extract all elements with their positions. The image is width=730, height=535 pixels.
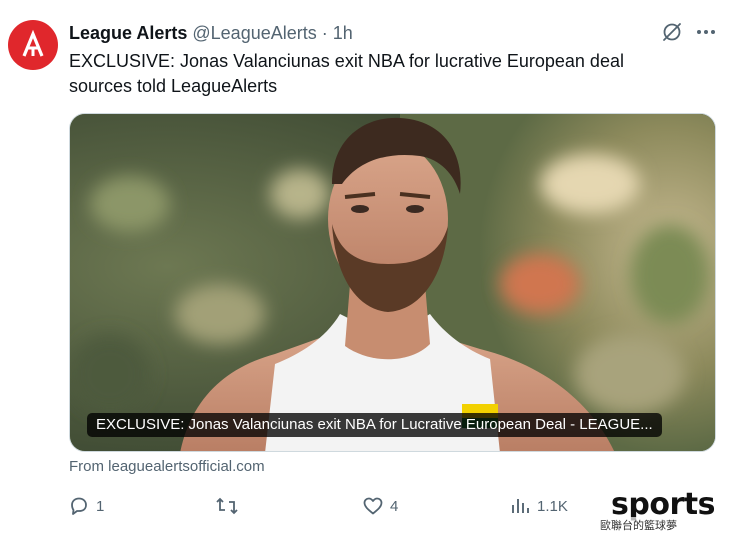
post-text-line: sources told LeagueAlerts — [69, 76, 278, 96]
post-header: League Alerts @LeagueAlerts · 1h — [69, 22, 353, 44]
post-text: EXCLUSIVE: Jonas Valanciunas exit NBA fo… — [69, 49, 709, 99]
reply-icon — [71, 497, 87, 515]
like-count: 4 — [390, 497, 399, 515]
basketball-player-photo — [70, 114, 715, 451]
reply-button[interactable]: 1 — [68, 490, 104, 522]
card-caption: EXCLUSIVE: Jonas Valanciunas exit NBA fo… — [87, 413, 662, 437]
analytics-icon — [512, 499, 529, 513]
heart-icon — [363, 497, 383, 515]
watermark-subtext: 歐聯台的籃球夢 — [600, 517, 677, 533]
grok-icon[interactable] — [660, 20, 684, 44]
link-card[interactable]: EXCLUSIVE: Jonas Valanciunas exit NBA fo… — [69, 113, 716, 452]
avatar[interactable] — [8, 20, 58, 70]
card-source-link[interactable]: From leaguealertsofficial.com — [69, 458, 265, 475]
repost-button[interactable] — [215, 490, 245, 522]
repost-icon — [216, 497, 238, 515]
reply-count: 1 — [96, 497, 105, 515]
league-alerts-logo-icon — [22, 29, 44, 57]
user-handle[interactable]: @LeagueAlerts — [192, 23, 316, 43]
like-button[interactable]: 4 — [362, 490, 398, 522]
post-time[interactable]: 1h — [333, 23, 353, 43]
more-options-icon[interactable] — [694, 20, 718, 44]
post-text-line: EXCLUSIVE: Jonas Valanciunas exit NBA fo… — [69, 51, 624, 71]
display-name[interactable]: League Alerts — [69, 23, 187, 43]
view-count: 1.1K — [537, 497, 568, 515]
views-button[interactable]: 1.1K — [509, 490, 568, 522]
separator-dot: · — [321, 23, 328, 43]
